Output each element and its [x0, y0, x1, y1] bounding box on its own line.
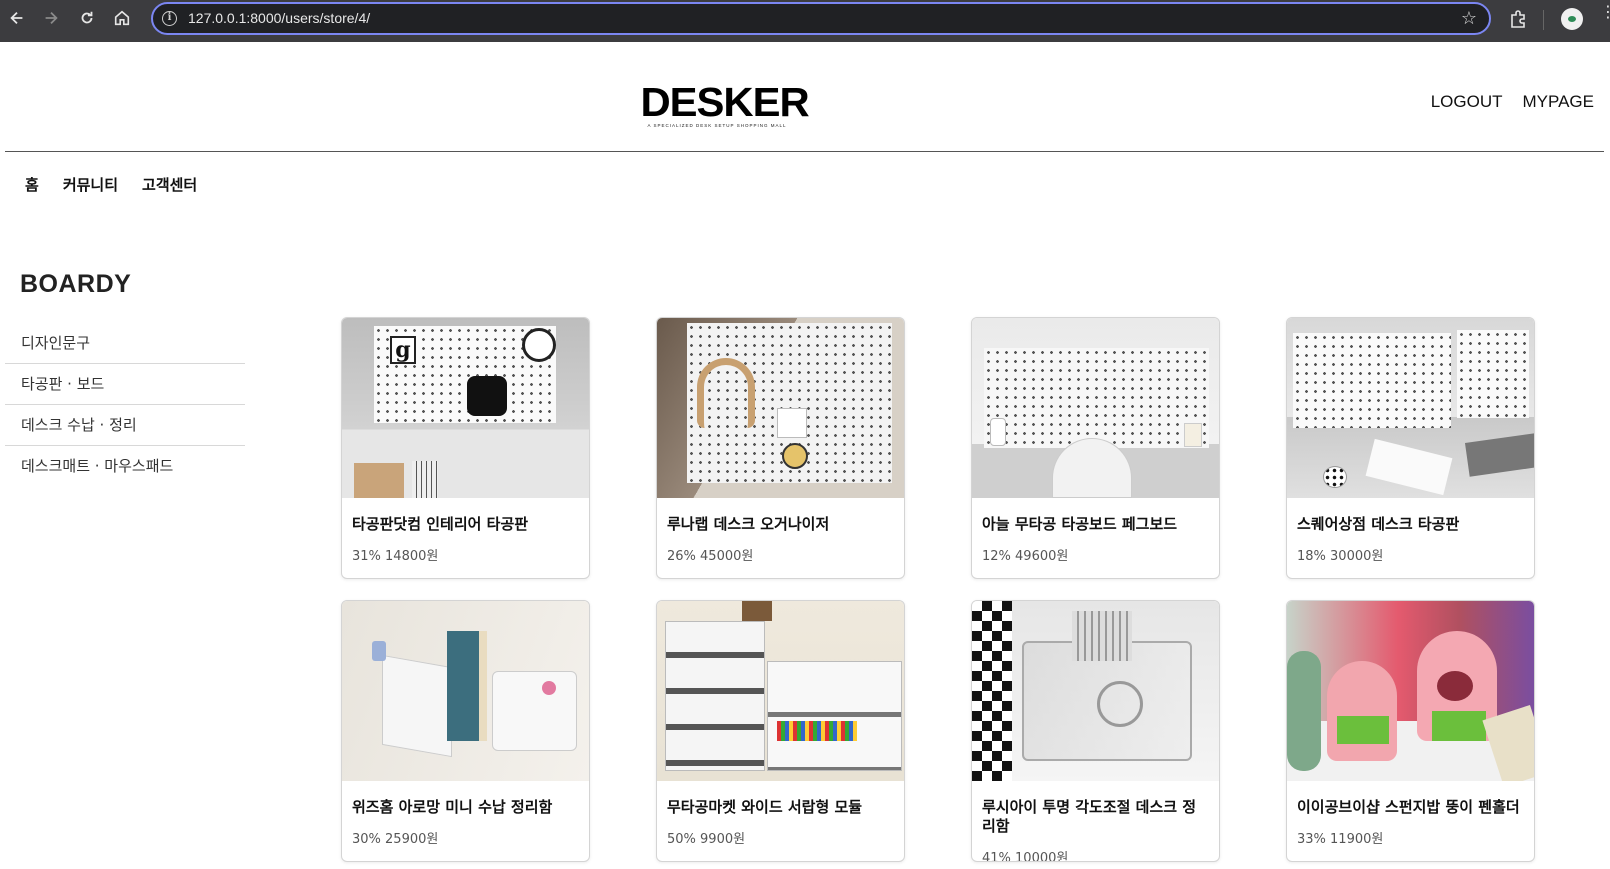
nav-home[interactable]: 홈: [25, 174, 39, 195]
product-price: 31% 14800원: [352, 549, 439, 564]
extensions-puzzle-icon[interactable]: [1508, 9, 1528, 33]
product-grid: g 타공판닷컴 인테리어 타공판 31% 14800원 루나랩 데스크 오거나이…: [341, 317, 1535, 862]
product-price: 18% 30000원: [1297, 549, 1384, 564]
product-image: [1287, 601, 1534, 781]
category-item-design-stationery[interactable]: 디자인문구: [5, 323, 245, 364]
product-name: 위즈홈 아로망 미니 수납 정리함: [352, 798, 553, 816]
product-image: g: [342, 318, 589, 498]
product-name: 아늘 무타공 타공보드 페그보드: [982, 515, 1178, 533]
nav-community[interactable]: 커뮤니티: [63, 174, 118, 195]
product-name: 루시아이 투명 각도조절 데스크 정리함: [982, 798, 1197, 835]
product-price: 26% 45000원: [667, 549, 754, 564]
product-image: [657, 318, 904, 498]
category-list: 디자인문구 타공판 · 보드 데스크 수납 · 정리 데스크매트 · 마우스패드: [5, 323, 245, 487]
site-info-icon[interactable]: i: [162, 11, 177, 26]
product-price: 33% 11900원: [1297, 832, 1384, 847]
profile-avatar[interactable]: [1561, 8, 1583, 30]
product-card[interactable]: g 타공판닷컴 인테리어 타공판 31% 14800원: [341, 317, 590, 579]
product-name: 타공판닷컴 인테리어 타공판: [352, 515, 529, 533]
product-price: 12% 49600원: [982, 549, 1069, 564]
product-price: 50% 9900원: [667, 832, 746, 847]
product-card[interactable]: 스퀘어상점 데스크 타공판 18% 30000원: [1286, 317, 1535, 579]
product-card[interactable]: 무타공마켓 와이드 서랍형 모듈 50% 9900원: [656, 600, 905, 862]
site-logo[interactable]: DESKER A SPECIALIZED DESK SETUP SHOPPING…: [640, 79, 810, 129]
logo-wordmark: DESKER: [640, 79, 810, 125]
bookmark-star-icon[interactable]: ☆: [1461, 8, 1477, 29]
category-item-deskmat[interactable]: 데스크매트 · 마우스패드: [5, 446, 245, 487]
product-card[interactable]: 위즈홈 아로망 미니 수납 정리함 30% 25900원: [341, 600, 590, 862]
toolbar-divider: [1543, 10, 1544, 30]
header-links: LOGOUT MYPAGE: [1431, 92, 1594, 112]
browser-toolbar: i 127.0.0.1:8000/users/store/4/ ☆ ⋮: [0, 0, 1610, 42]
logout-link[interactable]: LOGOUT: [1431, 92, 1503, 112]
nav-customer-center[interactable]: 고객센터: [142, 174, 197, 195]
product-name: 이이공브이샵 스펀지밥 뚱이 펜홀더: [1297, 798, 1520, 816]
address-bar[interactable]: i 127.0.0.1:8000/users/store/4/ ☆: [151, 2, 1491, 35]
product-card[interactable]: 이이공브이샵 스펀지밥 뚱이 펜홀더 33% 11900원: [1286, 600, 1535, 862]
product-name: 루나랩 데스크 오거나이저: [667, 515, 830, 533]
back-arrow-icon[interactable]: [7, 8, 27, 28]
home-icon[interactable]: [112, 8, 132, 28]
product-image: [1287, 318, 1534, 498]
product-image: [342, 601, 589, 781]
category-item-pegboard[interactable]: 타공판 · 보드: [5, 364, 245, 405]
product-card[interactable]: 아늘 무타공 타공보드 페그보드 12% 49600원: [971, 317, 1220, 579]
product-image: [657, 601, 904, 781]
product-price: 30% 25900원: [352, 832, 439, 847]
category-item-desk-storage[interactable]: 데스크 수납 · 정리: [5, 405, 245, 446]
product-card[interactable]: 루나랩 데스크 오거나이저 26% 45000원: [656, 317, 905, 579]
sidebar-title: BOARDY: [20, 270, 132, 298]
product-image: [972, 601, 1219, 781]
product-image: [972, 318, 1219, 498]
reload-icon[interactable]: [77, 8, 97, 28]
url-text: 127.0.0.1:8000/users/store/4/: [188, 10, 371, 26]
forward-arrow-icon[interactable]: [41, 8, 61, 28]
main-nav: 홈 커뮤니티 고객센터: [25, 174, 197, 195]
product-card[interactable]: 루시아이 투명 각도조절 데스크 정리함 41% 10000원: [971, 600, 1220, 862]
header-divider: [5, 151, 1604, 152]
product-price: 41% 10000원: [982, 851, 1069, 862]
product-name: 무타공마켓 와이드 서랍형 모듈: [667, 798, 863, 816]
mypage-link[interactable]: MYPAGE: [1523, 92, 1594, 112]
menu-kebab-icon[interactable]: ⋮: [1600, 4, 1610, 20]
product-name: 스퀘어상점 데스크 타공판: [1297, 515, 1460, 533]
